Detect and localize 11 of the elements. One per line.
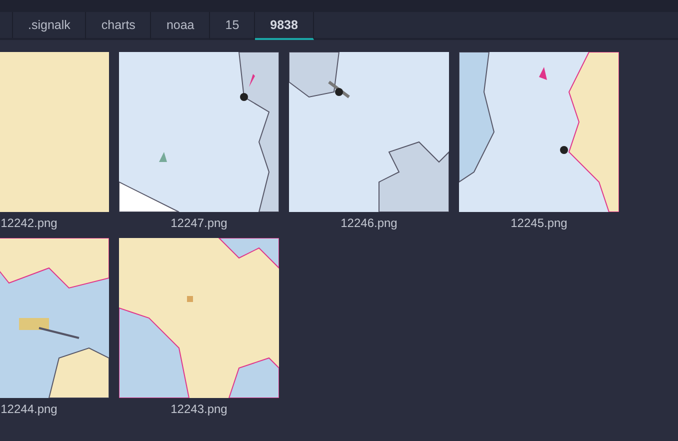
breadcrumb-tab[interactable]: 15 (210, 12, 256, 40)
file-name: 12242.png (0, 216, 58, 230)
breadcrumb-tab[interactable]: noaa (151, 12, 210, 40)
breadcrumb-tab[interactable]: .signalk (13, 12, 86, 40)
file-name: 12244.png (0, 402, 58, 416)
breadcrumb-tab[interactable]: 9838 (255, 12, 314, 40)
file-name: 12245.png (510, 216, 568, 230)
file-name: 12243.png (170, 402, 228, 416)
file-name: 12246.png (340, 216, 398, 230)
breadcrumb-tab[interactable]: charts (86, 12, 152, 40)
file-name: 12247.png (170, 216, 228, 230)
